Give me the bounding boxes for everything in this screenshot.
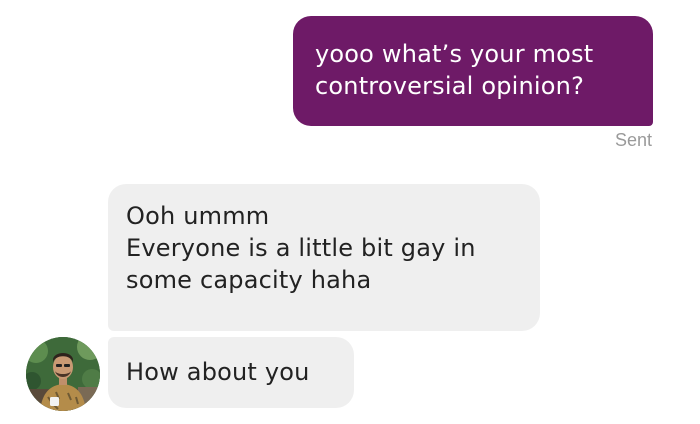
person-photo-icon [26,337,100,411]
message-status-sent: Sent [614,130,652,150]
message-text-line: yooo what’s your most [315,40,594,68]
message-text-line: Everyone is a little bit gay in [126,234,476,262]
incoming-message-bubble[interactable]: Ooh ummm Everyone is a little bit gay in… [108,184,540,331]
message-text-line: some capacity haha [126,266,372,294]
message-text-line: Ooh ummm [126,202,270,230]
incoming-message-bubble[interactable]: How about you [108,337,354,408]
message-text-line: How about you [126,358,310,386]
outgoing-message-bubble[interactable]: yooo what’s your most controversial opin… [293,16,653,126]
message-text-line: controversial opinion? [315,72,585,100]
chat-thread: yooo what’s your most controversial opin… [0,0,700,424]
contact-avatar[interactable] [26,337,100,411]
